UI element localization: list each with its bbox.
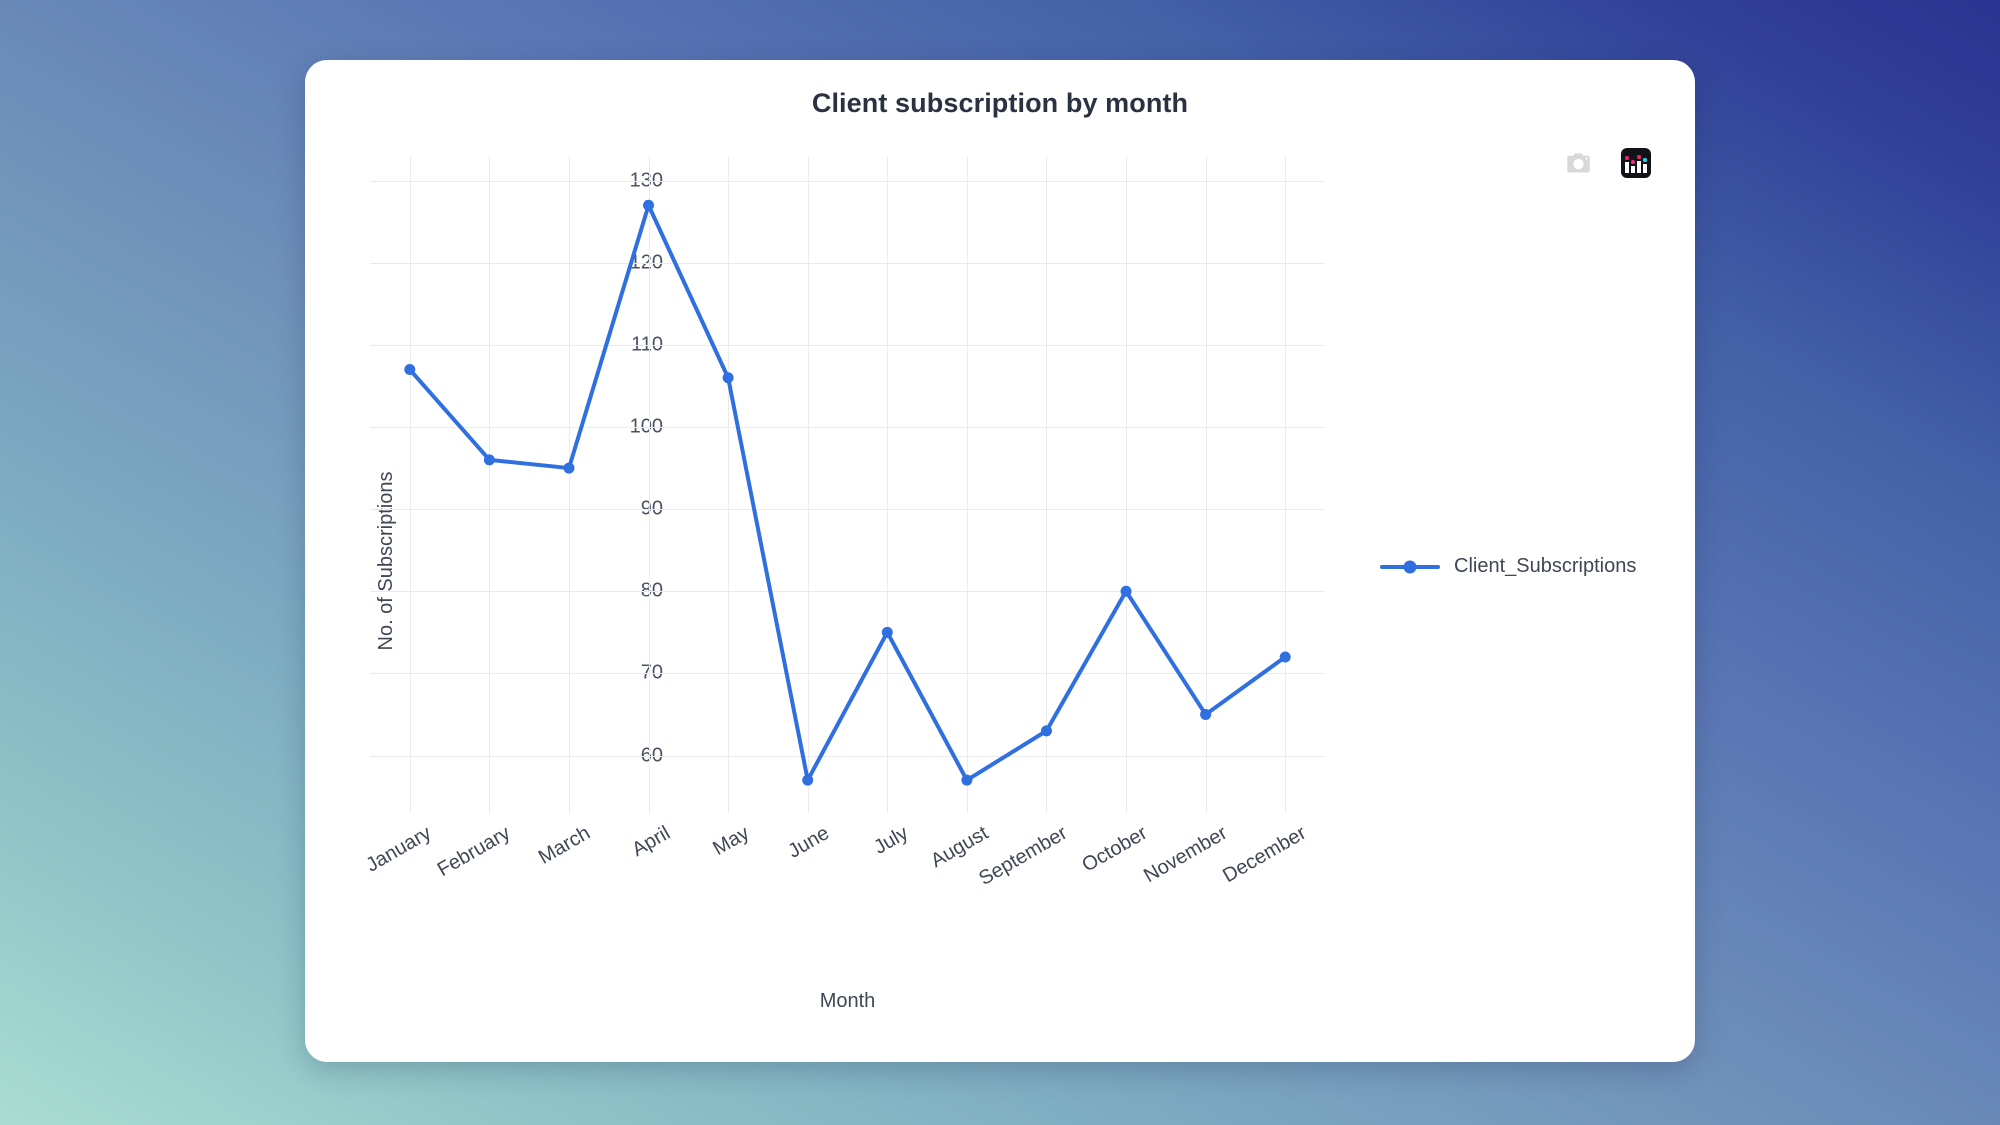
legend-swatch-icon: [1380, 556, 1440, 578]
x-tick-label-may: May: [709, 822, 754, 860]
x-tick-label-june: June: [784, 822, 833, 863]
plotly-studio-button[interactable]: [1619, 146, 1653, 180]
studio-bar-3: [1637, 153, 1641, 173]
page-title: Client subscription by month: [811, 88, 1189, 118]
legend-item-label: Client_Subscriptions: [1454, 555, 1637, 577]
studio-bar-fill-2: [1631, 166, 1635, 173]
data-point-october[interactable]: [1120, 585, 1132, 597]
data-point-june[interactable]: [802, 774, 814, 786]
x-tick-label-november: November: [1139, 822, 1231, 888]
studio-bar-fill-1: [1625, 162, 1629, 173]
studio-dot-2: [1631, 160, 1635, 164]
chart-card: Client subscription by month No. of Subs…: [305, 60, 1695, 1062]
x-tick-label-july: July: [870, 822, 913, 859]
line-series-svg: [404, 199, 1291, 786]
data-point-march[interactable]: [563, 462, 575, 474]
x-tick-label-february: February: [434, 822, 515, 882]
studio-bar-1: [1625, 153, 1629, 173]
data-point-may[interactable]: [722, 372, 734, 384]
studio-bar-fill-3: [1637, 161, 1641, 173]
x-axis-title: Month: [819, 990, 876, 1012]
studio-bar-fill-4: [1643, 164, 1647, 173]
camera-icon[interactable]: [1561, 146, 1595, 180]
data-point-july[interactable]: [881, 626, 893, 638]
x-tick-label-january: January: [362, 822, 435, 877]
x-tick-label-december: December: [1219, 822, 1311, 888]
data-point-february[interactable]: [483, 454, 495, 466]
series-line: [407, 203, 1288, 783]
data-point-november[interactable]: [1200, 708, 1212, 720]
data-point-september[interactable]: [1040, 725, 1052, 737]
data-point-december[interactable]: [1279, 651, 1291, 663]
data-point-april[interactable]: [643, 199, 655, 211]
x-tick-label-september: September: [975, 822, 1072, 890]
x-tick-label-march: March: [534, 822, 594, 869]
studio-bar-4: [1643, 153, 1647, 173]
data-point-august[interactable]: [961, 774, 973, 786]
series-markers: [404, 199, 1291, 786]
data-point-january[interactable]: [404, 364, 416, 376]
studio-dot-3: [1637, 155, 1641, 159]
plotly-studio-icon: [1621, 148, 1651, 178]
studio-dot-1: [1625, 156, 1629, 160]
plotly-modebar: [1561, 146, 1653, 180]
plot-area: [370, 156, 1325, 813]
studio-bar-2: [1631, 153, 1635, 173]
x-tick-label-april: April: [627, 822, 674, 862]
studio-dot-4: [1643, 158, 1647, 162]
legend[interactable]: Client_Subscriptions: [1380, 555, 1636, 578]
